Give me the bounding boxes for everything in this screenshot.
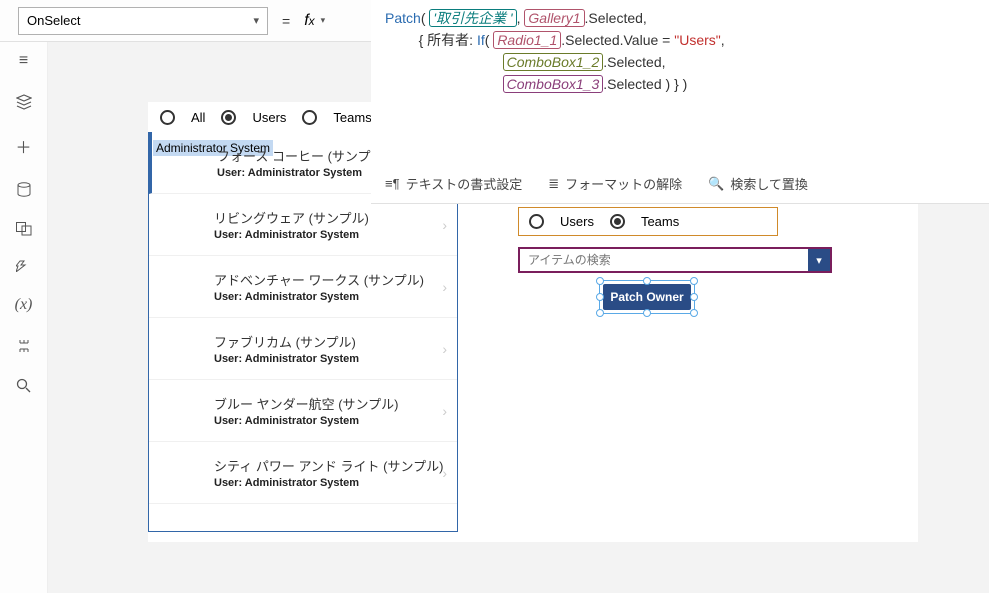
find-replace-button[interactable]: 🔍検索して置換: [708, 174, 808, 193]
property-selector[interactable]: OnSelect ▾: [18, 7, 268, 35]
gallery-item[interactable]: ブルー ヤンダー航空 (サンプル) User: Administrator Sys…: [149, 380, 457, 442]
left-rail: ≡ ＋ (x): [0, 42, 48, 593]
media-icon[interactable]: [16, 222, 32, 236]
item-title: アドベンチャー ワークス (サンプル): [214, 270, 449, 289]
formula-toolbar: ≡¶テキストの書式設定 ≣フォーマットの解除 🔍検索して置換: [385, 166, 975, 197]
item-title: シティ パワー アンド ライト (サンプル): [214, 456, 449, 475]
format-text-button[interactable]: ≡¶テキストの書式設定: [385, 174, 522, 193]
search-icon[interactable]: [16, 378, 31, 393]
radio-users[interactable]: [221, 110, 236, 125]
variables-icon[interactable]: (x): [15, 296, 33, 314]
menu-icon[interactable]: ≡: [19, 52, 28, 70]
equals-sign: =: [282, 13, 290, 29]
chevron-right-icon: ›: [442, 403, 447, 419]
radio2-teams[interactable]: [610, 214, 625, 229]
chevron-right-icon: ›: [442, 279, 447, 295]
plus-icon[interactable]: ＋: [15, 134, 31, 158]
format-icon: ≡¶: [385, 176, 400, 191]
tools-icon[interactable]: [17, 338, 31, 354]
layers-icon[interactable]: [16, 94, 32, 110]
chevron-right-icon: ›: [442, 217, 447, 233]
remove-format-button[interactable]: ≣フォーマットの解除: [548, 174, 682, 193]
data-icon[interactable]: [17, 182, 31, 198]
fx-icon: fx: [304, 12, 314, 30]
chevron-down-icon: ▾: [253, 14, 259, 27]
item-subtitle: User: Administrator System: [214, 353, 449, 365]
combobox-input[interactable]: [520, 253, 808, 267]
search-icon: 🔍: [708, 176, 724, 192]
gallery-item[interactable]: ファブリカム (サンプル) User: Administrator System›: [149, 318, 457, 380]
formula-text[interactable]: Patch( '取引先企業 ', Gallery1.Selected, { 所有…: [385, 8, 975, 96]
patch-owner-button[interactable]: Patch Owner: [603, 284, 691, 310]
item-subtitle: User: Administrator System: [214, 229, 449, 241]
item-title: ブルー ヤンダー航空 (サンプル): [214, 394, 449, 413]
item-subtitle: User: Administrator System: [214, 415, 449, 427]
radio2-users[interactable]: [529, 214, 544, 229]
item-title: ファブリカム (サンプル): [214, 332, 449, 351]
gallery-item[interactable]: シティ パワー アンド ライト (サンプル) User: Administrato…: [149, 442, 457, 504]
flows-icon[interactable]: [16, 260, 32, 272]
chevron-right-icon: ›: [442, 341, 447, 357]
radio-all[interactable]: [160, 110, 175, 125]
unformat-icon: ≣: [548, 176, 559, 192]
item-title: リビングウェア (サンプル): [214, 208, 449, 227]
item-subtitle: User: Administrator System: [214, 477, 449, 489]
radio-teams[interactable]: [302, 110, 317, 125]
formula-bar[interactable]: Patch( '取引先企業 ', Gallery1.Selected, { 所有…: [371, 0, 989, 204]
combobox[interactable]: ▾: [518, 247, 832, 273]
gallery-item[interactable]: アドベンチャー ワークス (サンプル) User: Administrator S…: [149, 256, 457, 318]
chevron-down-icon[interactable]: ▾: [321, 15, 326, 26]
radio-group-1[interactable]: All Users Teams: [160, 110, 372, 125]
item-subtitle: User: Administrator System: [214, 291, 449, 303]
chevron-down-icon[interactable]: ▾: [808, 249, 830, 271]
radio-group-2[interactable]: Users Teams: [518, 207, 778, 236]
chevron-right-icon: ›: [442, 465, 447, 481]
property-selector-label: OnSelect: [27, 13, 80, 28]
